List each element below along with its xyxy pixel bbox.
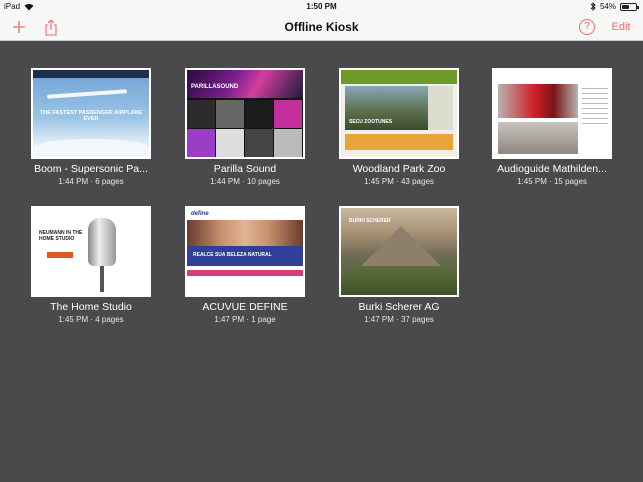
thumbnail-text: BURKI SCHERER — [349, 218, 391, 224]
status-bar: iPad 1:50 PM 54% — [0, 0, 643, 14]
tile-title: Burki Scherer AG — [358, 301, 440, 313]
edit-button[interactable]: Edit — [606, 18, 636, 36]
thumbnail — [492, 68, 612, 159]
tile-meta: 1:47 PM · 1 page — [214, 315, 276, 324]
thumbnail: BURKI SCHERER — [339, 206, 459, 297]
battery-icon — [620, 2, 639, 11]
help-button[interactable]: ? — [578, 18, 596, 36]
page-title: Offline Kiosk — [284, 20, 359, 34]
tile-title: Audioguide Mathilden... — [497, 163, 607, 175]
thumbnail: PARILLASOUND — [185, 68, 305, 159]
tile-meta: 1:45 PM · 43 pages — [364, 177, 434, 186]
tile-title: Boom - Supersonic Pa... — [34, 163, 148, 175]
tile-meta: 1:44 PM · 10 pages — [210, 177, 280, 186]
thumbnail: SECU ZOOTUNES — [339, 68, 459, 159]
battery-percent: 54% — [599, 2, 616, 11]
thumbnail: define REALCE SUA BELEZA NATURAL — [185, 206, 305, 297]
tile-meta: 1:47 PM · 37 pages — [364, 315, 434, 324]
status-time: 1:50 PM — [306, 2, 337, 11]
thumbnail-text: NEUMANN IN THE HOME STUDIO — [39, 230, 83, 242]
thumbnail-text: THE FASTEST PASSENGER AIRPLANE EVER — [39, 110, 143, 122]
thumbnail-text: PARILLASOUND — [191, 84, 239, 90]
thumbnail-text: SECU ZOOTUNES — [349, 119, 393, 125]
bluetooth-icon — [590, 2, 596, 11]
thumbnail: NEUMANN IN THE HOME STUDIO — [31, 206, 151, 297]
help-icon: ? — [579, 19, 595, 35]
thumbnail: THE FASTEST PASSENGER AIRPLANE EVER — [31, 68, 151, 159]
tile-meta: 1:45 PM · 15 pages — [517, 177, 587, 186]
tile-meta: 1:44 PM · 6 pages — [58, 177, 124, 186]
thumbnail-text: REALCE SUA BELEZA NATURAL — [193, 252, 272, 258]
thumbnail-logo: define — [191, 211, 209, 217]
tile-title: Woodland Park Zoo — [352, 163, 446, 175]
tile-title: The Home Studio — [50, 301, 132, 313]
tile-title: ACUVUE DEFINE — [202, 301, 288, 313]
tile-meta: 1:45 PM · 4 pages — [58, 315, 124, 324]
navigation-bar: Offline Kiosk ? Edit — [0, 14, 643, 41]
tile-title: Parilla Sound — [213, 163, 277, 175]
